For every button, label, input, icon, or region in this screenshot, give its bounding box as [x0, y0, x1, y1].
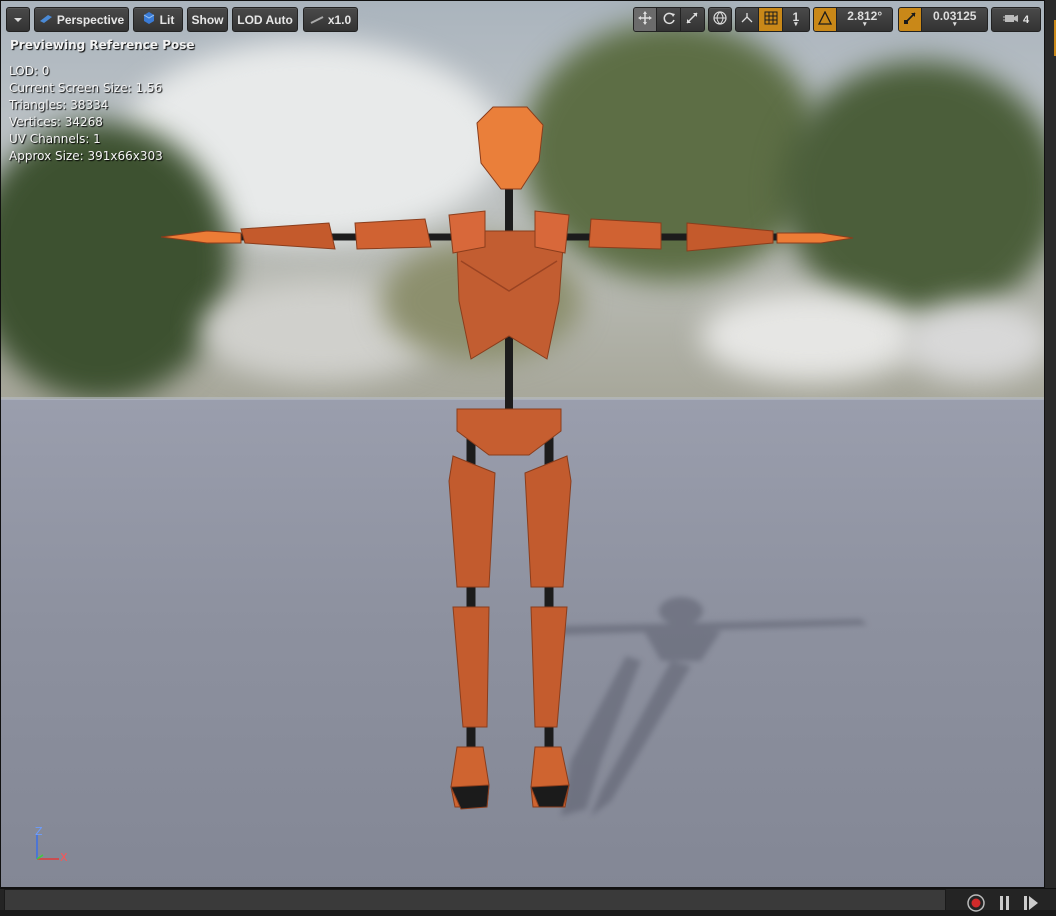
chevron-down-icon: [13, 13, 23, 27]
lit-label: Lit: [159, 12, 175, 27]
surface-snap-button[interactable]: [736, 8, 760, 31]
pause-button[interactable]: [998, 895, 1014, 911]
lit-button[interactable]: Lit: [133, 7, 183, 32]
stat-uv-channels: UV Channels: 1: [9, 132, 101, 146]
viewport-menu-button[interactable]: [6, 7, 30, 32]
stat-triangles: Triangles: 38334: [9, 98, 109, 112]
animation-bottom-bar: [0, 888, 1056, 912]
stat-lod: LOD: 0: [9, 64, 50, 78]
show-label: Show: [191, 12, 224, 27]
perspective-button[interactable]: Perspective: [34, 7, 129, 32]
lit-cube-icon: [142, 11, 156, 28]
speed-label: x1.0: [327, 12, 352, 27]
transform-mode-group: [633, 7, 705, 32]
camera-speed-count: 4: [1022, 13, 1030, 26]
step-forward-icon: [1023, 896, 1039, 915]
scale-snap-icon: [903, 11, 917, 28]
move-arrows-icon: [638, 11, 653, 28]
world-local-toggle[interactable]: [708, 7, 732, 32]
rotate-icon: [662, 11, 676, 28]
grid-snap-value-label: 1: [792, 9, 800, 24]
rotation-snap-group: 2.812° ▾: [813, 7, 893, 32]
camera-speed-icon: [1002, 12, 1019, 27]
grid-icon: [764, 11, 778, 28]
viewport[interactable]: Perspective Lit Show LOD Auto x1.0 1 ▾ 2…: [0, 0, 1045, 888]
axis-x-label: X: [60, 851, 68, 864]
stat-vertices: Vertices: 34268: [9, 115, 103, 129]
grid-snap-value[interactable]: 1 ▾: [783, 8, 809, 31]
surface-snap-icon: [740, 11, 754, 28]
perspective-camera-icon: [39, 12, 53, 27]
playback-speed-button[interactable]: x1.0: [303, 7, 358, 32]
rotation-snap-toggle[interactable]: [814, 8, 838, 31]
speed-slope-icon: [310, 13, 324, 27]
stat-approx-size: Approx Size: 391x66x303: [9, 149, 163, 163]
axis-z-label: Z: [35, 825, 43, 838]
step-forward-button[interactable]: [1023, 895, 1039, 911]
record-button[interactable]: [967, 894, 985, 912]
show-button[interactable]: Show: [187, 7, 228, 32]
stat-screen-size: Current Screen Size: 1.56: [9, 81, 163, 95]
scale-snap-toggle[interactable]: [899, 8, 923, 31]
scale-snap-group: 0.03125 ▾: [898, 7, 988, 32]
globe-icon: [713, 11, 727, 28]
camera-speed-button[interactable]: 4: [991, 7, 1041, 32]
mesh-stats: LOD: 0 Current Screen Size: 1.56 Triangl…: [9, 63, 163, 165]
angle-icon: [818, 10, 833, 28]
scale-icon: [685, 11, 699, 28]
grid-snap-toggle[interactable]: [759, 8, 783, 31]
scale-snap-value[interactable]: 0.03125 ▾: [922, 8, 987, 31]
grid-snap-group: 1 ▾: [735, 7, 810, 32]
lod-button[interactable]: LOD Auto: [232, 7, 298, 32]
timeline-scrollbar[interactable]: [4, 889, 946, 911]
right-panel-edge: [1045, 0, 1056, 888]
rotation-snap-value[interactable]: 2.812° ▾: [837, 8, 892, 31]
pause-icon: [998, 896, 1012, 915]
rotate-mode-button[interactable]: [657, 8, 681, 31]
perspective-label: Perspective: [56, 12, 125, 27]
translate-mode-button[interactable]: [634, 8, 658, 31]
preview-mode-label: Previewing Reference Pose: [10, 38, 195, 52]
scale-mode-button[interactable]: [681, 8, 704, 31]
axis-gizmo: Z X: [31, 825, 71, 867]
record-icon: [967, 894, 985, 916]
lod-label: LOD Auto: [237, 12, 293, 27]
